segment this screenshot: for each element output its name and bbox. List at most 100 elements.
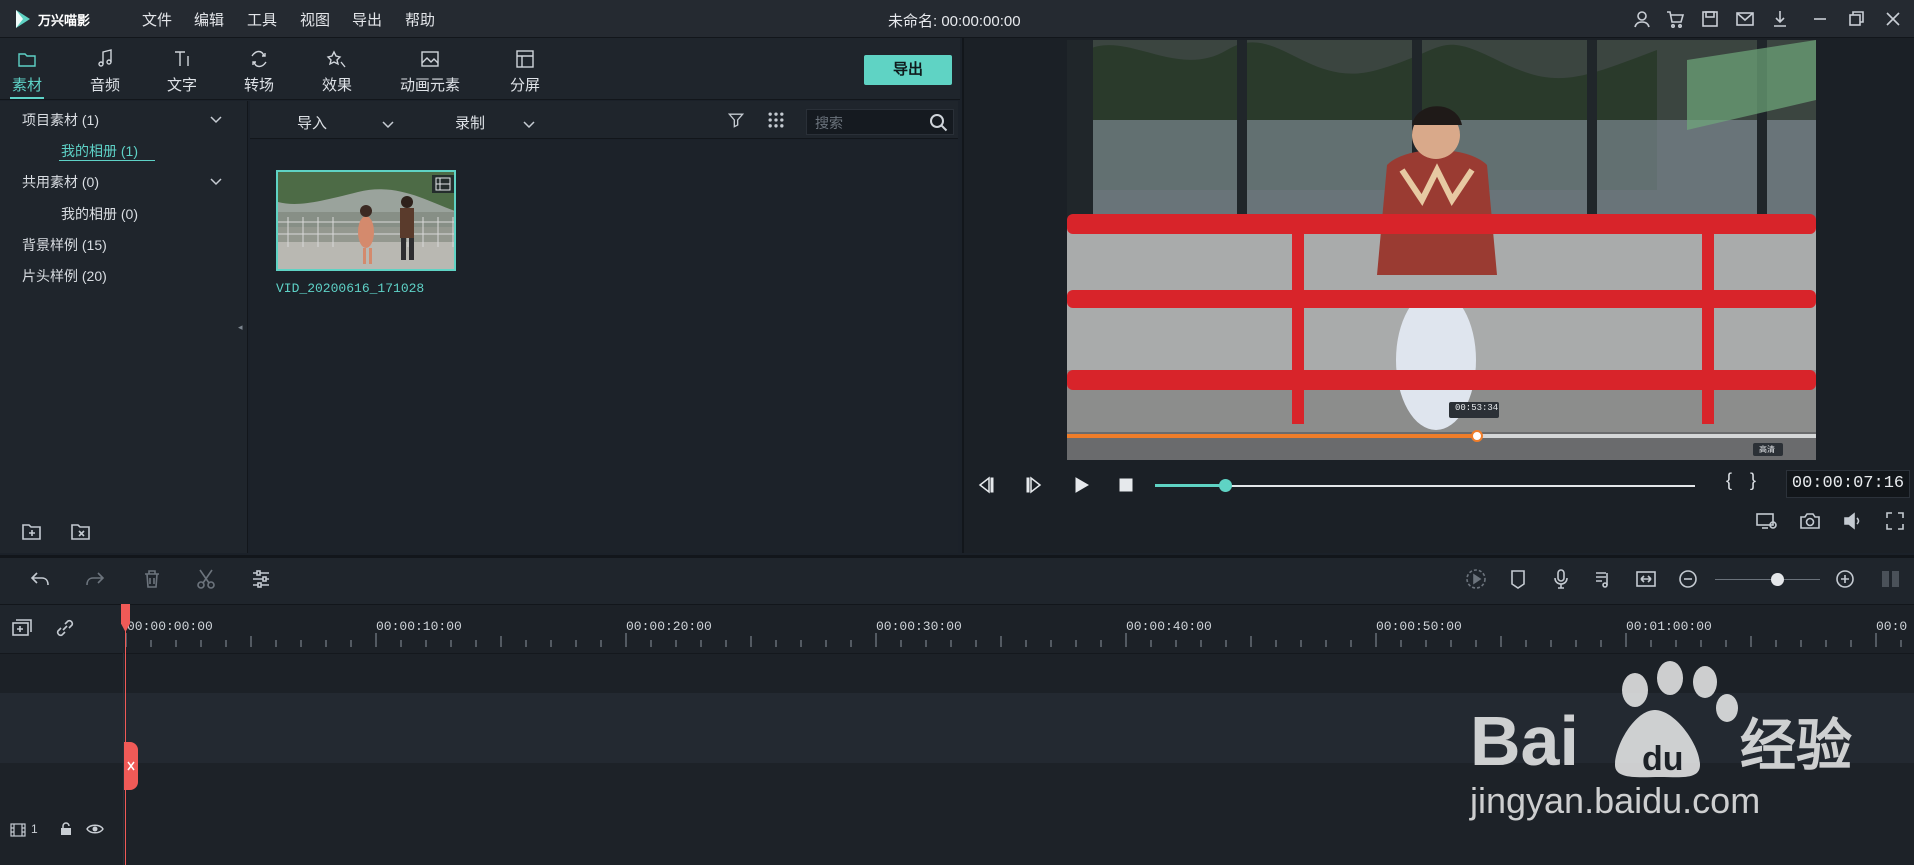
playback-progress-track[interactable] bbox=[1155, 479, 1695, 492]
volume-icon[interactable] bbox=[1841, 509, 1865, 533]
ruler-label: 00:0 bbox=[1876, 619, 1908, 634]
ruler-label: 00:00:10:00 bbox=[376, 619, 462, 634]
panel-toggle-icon[interactable] bbox=[1879, 567, 1903, 591]
zoom-in-icon[interactable] bbox=[1833, 567, 1857, 591]
chevron-down-icon[interactable] bbox=[381, 116, 395, 129]
svg-text:du: du bbox=[1642, 740, 1684, 778]
video-preview[interactable]: 00:53:34 高清 bbox=[1067, 40, 1816, 460]
lock-icon[interactable] bbox=[58, 821, 74, 837]
chevron-down-icon[interactable] bbox=[522, 116, 536, 129]
zoom-slider-knob[interactable] bbox=[1771, 573, 1784, 586]
split-screen-icon bbox=[514, 48, 536, 70]
tab-label: 效果 bbox=[321, 77, 352, 94]
filter-icon[interactable] bbox=[726, 110, 746, 130]
tab-text[interactable]: 文字 bbox=[142, 48, 222, 95]
microphone-icon[interactable] bbox=[1549, 567, 1573, 591]
zoom-out-icon[interactable] bbox=[1676, 567, 1700, 591]
menu-help[interactable]: 帮助 bbox=[405, 9, 435, 30]
watermark-url: jingyan.baidu.com bbox=[1470, 780, 1761, 821]
delete-folder-icon[interactable] bbox=[69, 519, 93, 543]
ruler-label: 00:00:50:00 bbox=[1376, 619, 1462, 634]
tree-project-media[interactable]: 项目素材 (1) bbox=[22, 110, 99, 130]
tab-animation-elements[interactable]: 动画元素 bbox=[390, 48, 470, 95]
audio-mixer-icon[interactable] bbox=[1592, 567, 1616, 591]
search-input[interactable] bbox=[815, 113, 925, 133]
playhead-line bbox=[125, 605, 126, 865]
menu-export[interactable]: 导出 bbox=[352, 9, 382, 30]
tree-my-album-shared[interactable]: 我的相册 (0) bbox=[61, 204, 138, 224]
effects-icon bbox=[326, 48, 348, 70]
previous-frame-icon[interactable] bbox=[976, 474, 998, 496]
zoom-slider-track[interactable] bbox=[1715, 579, 1820, 580]
undo-icon[interactable] bbox=[28, 567, 52, 591]
tab-label: 素材 bbox=[11, 77, 42, 94]
collapse-arrow-icon[interactable]: ◂ bbox=[238, 322, 243, 333]
save-icon[interactable] bbox=[1700, 9, 1720, 29]
menu-tools[interactable]: 工具 bbox=[247, 9, 277, 30]
render-preview-icon[interactable] bbox=[1464, 567, 1488, 591]
folder-icon bbox=[16, 48, 38, 70]
new-folder-icon[interactable] bbox=[20, 519, 44, 543]
search-icon[interactable] bbox=[929, 113, 949, 133]
clip-thumbnail-image bbox=[278, 172, 454, 269]
tab-media[interactable]: 素材 bbox=[0, 48, 67, 95]
image-icon bbox=[419, 48, 441, 70]
menu-view[interactable]: 视图 bbox=[300, 9, 330, 30]
playhead-scissor-tab[interactable] bbox=[124, 742, 138, 790]
close-icon[interactable] bbox=[1883, 9, 1903, 29]
logo-icon bbox=[16, 10, 30, 28]
mark-out-icon[interactable]: } bbox=[1750, 470, 1756, 491]
document-title: 未命名: 00:00:00:00 bbox=[888, 13, 1021, 30]
display-settings-icon[interactable] bbox=[1754, 509, 1778, 533]
chevron-down-icon[interactable] bbox=[209, 173, 223, 186]
mail-icon[interactable] bbox=[1735, 9, 1755, 29]
media-thumbnail[interactable] bbox=[276, 170, 456, 271]
cart-icon[interactable] bbox=[1665, 9, 1685, 29]
tree-my-album-project[interactable]: 我的相册 (1) bbox=[61, 141, 138, 161]
adjust-icon[interactable] bbox=[249, 567, 273, 591]
tab-audio[interactable]: 音频 bbox=[65, 48, 145, 95]
stop-icon[interactable] bbox=[1115, 474, 1137, 496]
tree-intro-samples[interactable]: 片头样例 (20) bbox=[22, 266, 107, 286]
tab-split-screen[interactable]: 分屏 bbox=[485, 48, 565, 95]
minimize-icon[interactable] bbox=[1810, 9, 1830, 29]
app-name: 万兴喵影 bbox=[38, 12, 91, 28]
redo-icon[interactable] bbox=[83, 567, 107, 591]
fullscreen-icon[interactable] bbox=[1883, 509, 1907, 533]
tab-label: 音频 bbox=[89, 77, 120, 94]
restore-icon[interactable] bbox=[1846, 9, 1866, 29]
add-track-icon[interactable] bbox=[10, 616, 34, 640]
search-box bbox=[806, 109, 954, 135]
download-icon[interactable] bbox=[1770, 9, 1790, 29]
tab-transitions[interactable]: 转场 bbox=[219, 48, 299, 95]
tree-background-samples[interactable]: 背景样例 (15) bbox=[22, 235, 107, 255]
menu-edit[interactable]: 编辑 bbox=[194, 9, 224, 30]
record-dropdown[interactable]: 录制 bbox=[455, 112, 485, 133]
ruler-label: 00:01:00:00 bbox=[1626, 619, 1712, 634]
link-icon[interactable] bbox=[53, 616, 77, 640]
grid-view-icon[interactable] bbox=[766, 110, 786, 130]
preview-timecode: 00:00:07:16 bbox=[1786, 470, 1910, 498]
fit-timeline-icon[interactable] bbox=[1634, 567, 1658, 591]
tree-shared-media[interactable]: 共用素材 (0) bbox=[22, 172, 99, 192]
mark-in-icon[interactable]: { bbox=[1726, 470, 1732, 491]
tab-effects[interactable]: 效果 bbox=[297, 48, 377, 95]
import-dropdown[interactable]: 导入 bbox=[297, 112, 327, 133]
menu-file[interactable]: 文件 bbox=[142, 9, 172, 30]
export-button[interactable]: 导出 bbox=[864, 55, 952, 85]
account-icon[interactable] bbox=[1632, 9, 1652, 29]
delete-icon[interactable] bbox=[140, 567, 164, 591]
clip-name: VID_20200616_171028 bbox=[276, 281, 425, 296]
tab-label: 分屏 bbox=[509, 77, 540, 94]
ruler-label: 00:00:20:00 bbox=[626, 619, 712, 634]
next-frame-icon[interactable] bbox=[1022, 474, 1044, 496]
cut-icon[interactable] bbox=[194, 567, 218, 591]
video-overlay-time: 00:53:34 bbox=[1455, 403, 1499, 413]
eye-icon[interactable] bbox=[86, 821, 104, 837]
chevron-down-icon[interactable] bbox=[209, 111, 223, 124]
play-icon[interactable] bbox=[1070, 474, 1092, 496]
snapshot-camera-icon[interactable] bbox=[1798, 509, 1822, 533]
scissor-icon bbox=[127, 761, 135, 771]
ruler-label: 00:00:00:00 bbox=[127, 619, 213, 634]
marker-icon[interactable] bbox=[1506, 567, 1530, 591]
